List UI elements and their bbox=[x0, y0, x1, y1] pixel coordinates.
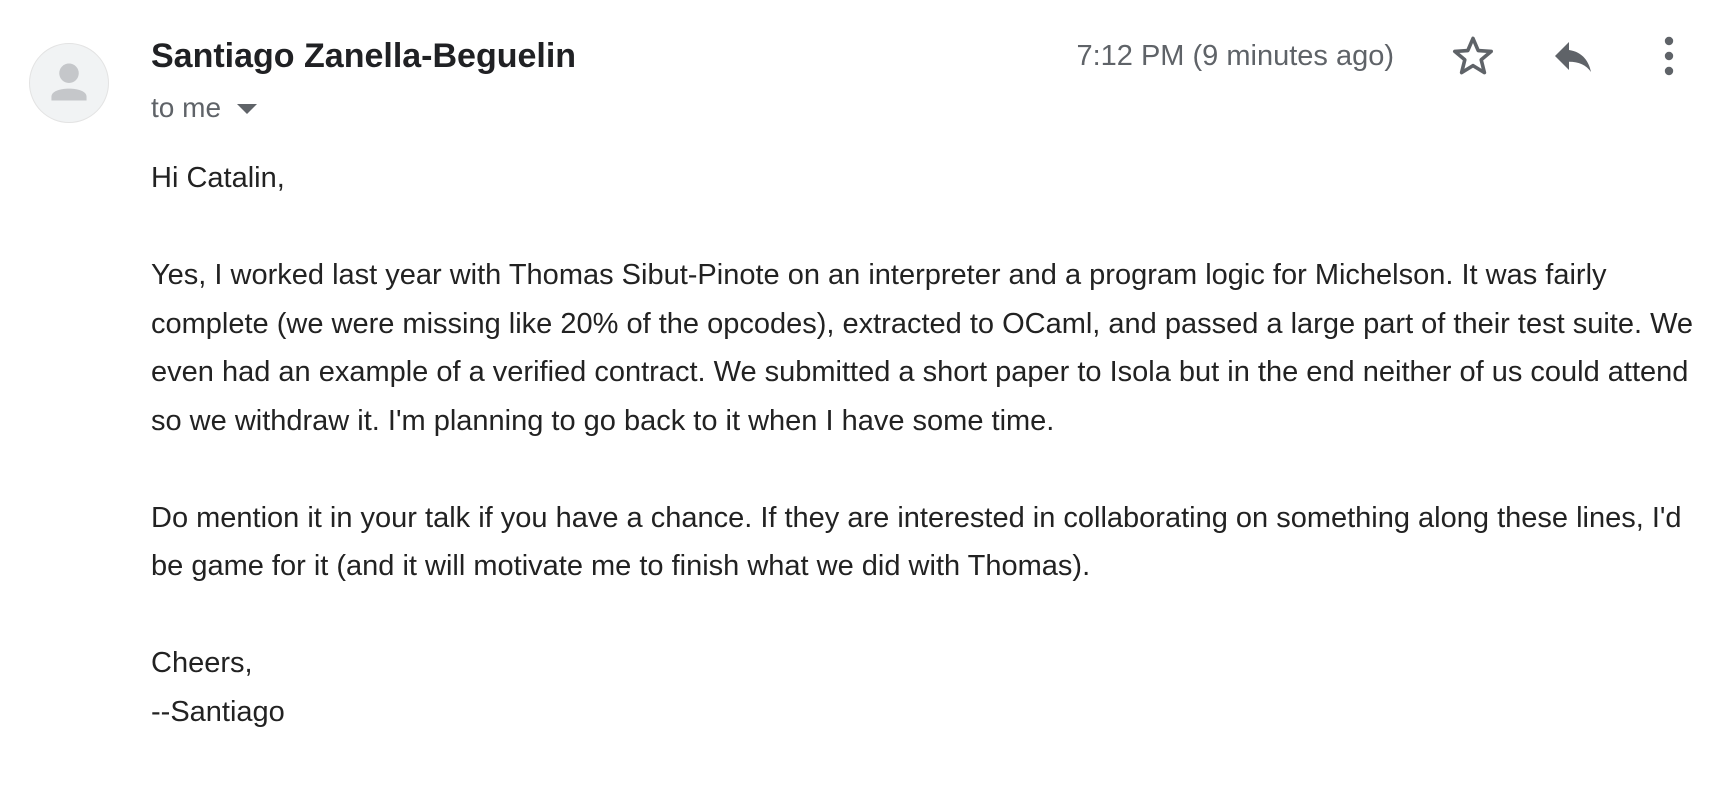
more-vert-icon bbox=[1664, 36, 1674, 76]
greeting: Hi Catalin, bbox=[151, 162, 285, 194]
star-outline-icon bbox=[1453, 36, 1493, 75]
star-button[interactable] bbox=[1445, 28, 1501, 84]
recipients-label: to me bbox=[151, 92, 222, 123]
signature: Cheers, --Santiago bbox=[151, 647, 285, 728]
sender-avatar[interactable] bbox=[29, 43, 109, 123]
sender-name[interactable]: Santiago Zanella-Beguelin bbox=[151, 34, 576, 78]
person-icon bbox=[51, 63, 87, 101]
message-body: Hi Catalin, Yes, I worked last year with… bbox=[151, 154, 1701, 736]
reply-icon bbox=[1555, 42, 1591, 72]
body-paragraph: Yes, I worked last year with Thomas Sibu… bbox=[151, 259, 1694, 437]
reply-button[interactable] bbox=[1545, 28, 1601, 84]
recipients-details-toggle[interactable]: to me bbox=[151, 88, 258, 128]
message-timestamp: 7:12 PM (9 minutes ago) bbox=[1076, 40, 1394, 72]
caret-down-icon bbox=[237, 104, 258, 114]
more-options-button[interactable] bbox=[1641, 28, 1697, 84]
body-paragraph: Do mention it in your talk if you have a… bbox=[151, 501, 1682, 583]
